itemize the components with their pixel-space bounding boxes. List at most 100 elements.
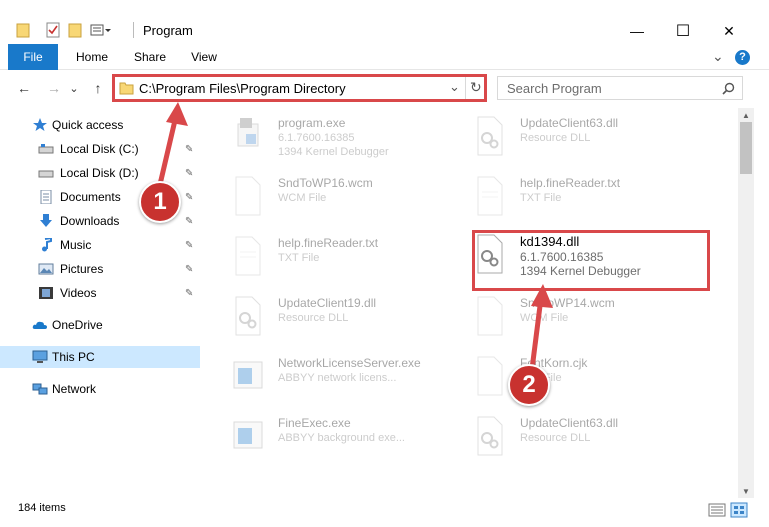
title-separator <box>133 22 134 38</box>
file-detail: Resource DLL <box>278 312 349 324</box>
file-detail: ABBYY network licens... <box>278 372 397 384</box>
search-icon[interactable] <box>722 82 735 95</box>
address-dropdown-icon[interactable]: ⌄ <box>449 79 460 95</box>
tab-view[interactable]: View <box>184 44 224 70</box>
dll-icon <box>235 296 261 336</box>
videos-icon <box>39 287 53 299</box>
file-item[interactable]: UpdateClient19.dll Resource DLL <box>232 292 472 346</box>
sidebar-item-label: Downloads <box>60 214 120 228</box>
file-name: help.fineReader.txt <box>520 176 621 190</box>
forward-button[interactable]: → <box>44 80 64 96</box>
file-item[interactable]: program.exe 6.1.7600.16385 1394 Kernel Deb… <box>232 112 472 166</box>
file-item[interactable]: UpdateClient63.dll Resource DLL <box>474 412 714 466</box>
sidebar-item-network[interactable]: Network <box>0 378 200 400</box>
file-name: program.exe <box>278 116 346 130</box>
sidebar-item-label: Local Disk (D:) <box>60 166 139 180</box>
file-item[interactable]: help.fineReader.txt TXT File <box>232 232 472 286</box>
search-box[interactable]: Search Program <box>497 76 743 100</box>
step-badge-2: 2 <box>508 364 550 406</box>
generic-file-icon <box>477 356 503 396</box>
folder-icon <box>119 82 134 95</box>
text-file-icon <box>477 176 503 216</box>
app-icon <box>233 421 263 449</box>
dll-icon <box>477 116 503 156</box>
file-detail: 1394 Kernel Debugger <box>278 146 389 158</box>
item-count: 184 items <box>18 502 66 514</box>
customize-toolbar-icon[interactable] <box>90 22 112 38</box>
sidebar-item-this-pc[interactable]: This PC <box>0 346 200 368</box>
minimize-button[interactable]: — <box>614 18 660 44</box>
file-name: UpdateClient63.dll <box>520 416 619 430</box>
sidebar-item-music[interactable]: Music ✎ <box>0 234 200 256</box>
tab-share[interactable]: Share <box>128 44 172 70</box>
folder-icon[interactable] <box>16 22 30 38</box>
file-detail: Resource DLL <box>520 132 591 144</box>
drive-icon <box>38 144 54 154</box>
file-detail: TXT File <box>520 192 562 204</box>
computer-icon <box>32 350 48 363</box>
sidebar-item-onedrive[interactable]: OneDrive <box>0 314 200 336</box>
pin-icon[interactable]: ✎ <box>185 264 193 275</box>
title-bar: Program — ☐ ✕ <box>0 0 769 44</box>
back-button[interactable]: ← <box>14 80 34 96</box>
details-view-icon[interactable] <box>708 502 726 518</box>
file-item[interactable]: SndToWP16.wcm WCM File <box>232 172 472 226</box>
sidebar-item-label: Videos <box>60 286 97 300</box>
file-detail: WCM File <box>278 192 327 204</box>
tab-file[interactable]: File <box>8 44 58 70</box>
sidebar-item-pictures[interactable]: Pictures ✎ <box>0 258 200 280</box>
new-folder-icon[interactable] <box>68 22 82 38</box>
vertical-scrollbar[interactable]: ▲ ▼ <box>738 108 754 498</box>
large-icons-view-icon[interactable] <box>730 502 748 518</box>
highlight-box <box>472 230 710 291</box>
sidebar-item-label: This PC <box>52 350 95 364</box>
file-detail: ABBYY background exe... <box>278 432 405 444</box>
file-item[interactable]: FineExec.exe ABBYY background exe... <box>232 412 472 466</box>
star-icon <box>33 118 47 131</box>
recent-locations-button[interactable]: ⌄ <box>64 80 84 96</box>
ribbon: File Home Share View ⌄ ? <box>0 44 769 70</box>
downloads-icon <box>40 214 52 227</box>
exe-icon <box>237 118 259 147</box>
properties-icon[interactable] <box>46 22 60 38</box>
maximize-button[interactable]: ☐ <box>660 18 706 44</box>
sidebar-item-label: Network <box>52 382 97 396</box>
address-divider <box>465 77 466 99</box>
address-path[interactable]: C:\Program Files\Program Directory <box>139 81 346 96</box>
status-bar: 184 items <box>0 498 769 527</box>
sidebar-item-label: Music <box>60 238 92 252</box>
file-name: FineExec.exe <box>278 416 351 430</box>
file-item[interactable]: UpdateClient63.dll Resource DLL <box>474 112 714 166</box>
scroll-down-icon[interactable]: ▼ <box>738 484 754 498</box>
file-item[interactable]: NetworkLicenseServer.exe ABBYY network li… <box>232 352 472 406</box>
scroll-up-icon[interactable]: ▲ <box>738 108 754 122</box>
refresh-icon[interactable]: ↻ <box>470 79 482 96</box>
expand-ribbon-icon[interactable]: ⌄ <box>712 48 724 65</box>
file-name: SndToWP16.wcm <box>278 176 373 190</box>
sidebar-item-label: Local Disk (C:) <box>60 142 139 156</box>
file-item[interactable]: SndToWP14.wcm WCM File <box>474 292 714 346</box>
window-title: Program <box>143 23 193 38</box>
file-name: help.fineReader.txt <box>278 236 379 250</box>
network-icon <box>32 383 48 395</box>
dll-icon <box>477 416 503 456</box>
pin-icon[interactable]: ✎ <box>185 240 193 251</box>
generic-file-icon <box>477 296 503 336</box>
scroll-thumb[interactable] <box>740 122 752 174</box>
drive-icon <box>38 170 54 178</box>
pin-icon[interactable]: ✎ <box>185 288 193 299</box>
up-button[interactable]: ↑ <box>88 80 108 96</box>
file-item[interactable]: help.fineReader.txt TXT File <box>474 172 714 226</box>
pin-icon[interactable]: ✎ <box>185 216 193 227</box>
step-badge-1: 1 <box>139 181 181 223</box>
help-icon[interactable]: ? <box>735 50 750 65</box>
file-detail: 6.1.7600.16385 <box>278 132 355 144</box>
file-detail: TXT File <box>278 252 320 264</box>
close-button[interactable]: ✕ <box>706 18 752 44</box>
search-input[interactable]: Search Program <box>507 81 602 96</box>
file-name: UpdateClient63.dll <box>520 116 619 130</box>
generic-file-icon <box>235 176 261 216</box>
sidebar-item-videos[interactable]: Videos ✎ <box>0 282 200 304</box>
sidebar-item-label: Quick access <box>52 118 124 132</box>
tab-home[interactable]: Home <box>70 44 114 70</box>
